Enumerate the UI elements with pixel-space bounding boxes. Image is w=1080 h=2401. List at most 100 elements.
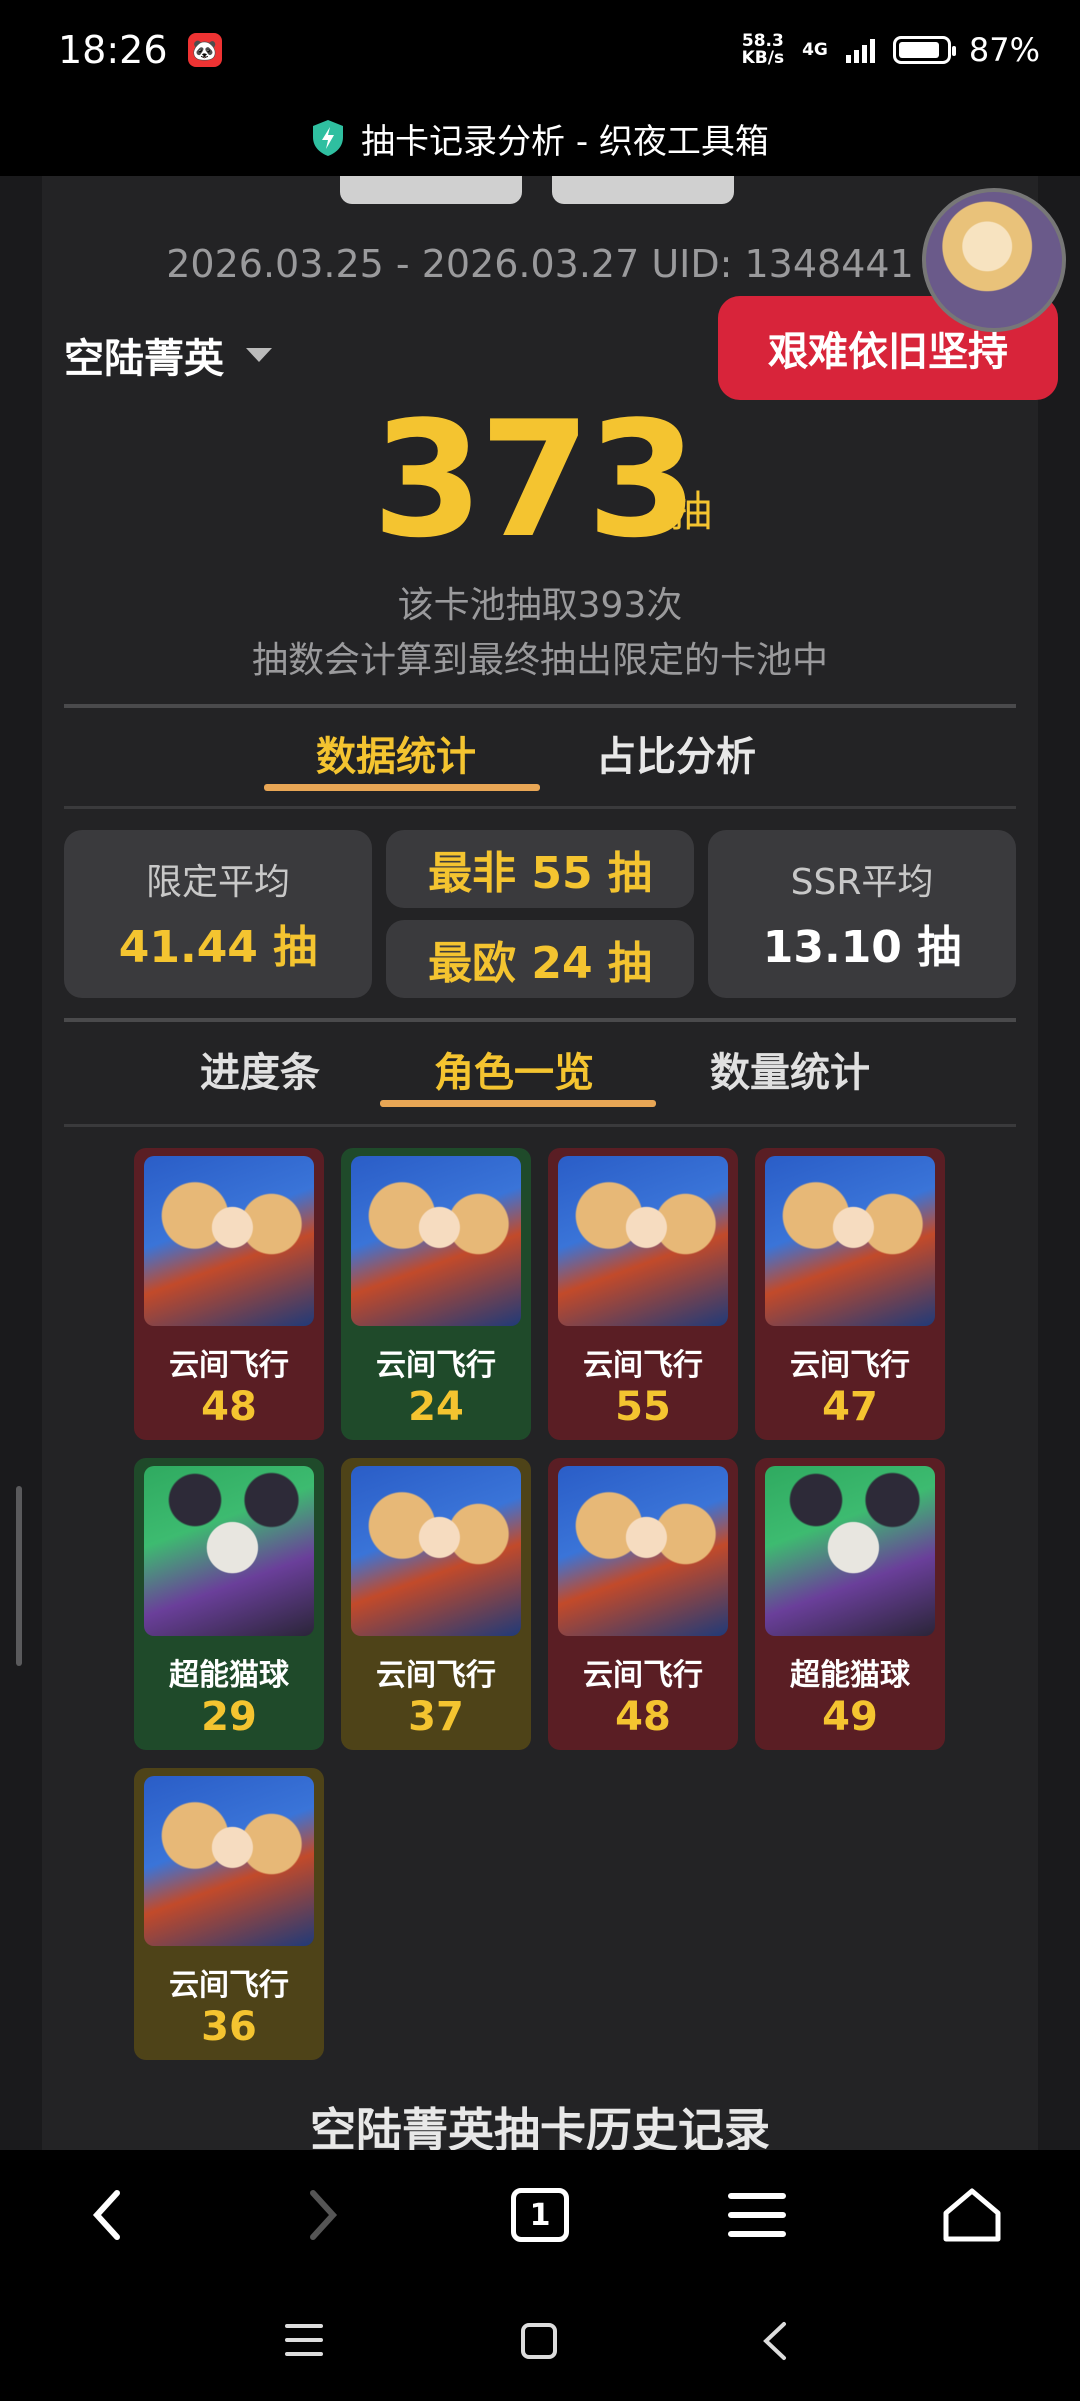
pool-selector[interactable]: 空陆菁英 xyxy=(64,326,272,384)
character-portrait xyxy=(765,1466,935,1636)
worst-luck: 最非 55 抽 xyxy=(386,830,694,908)
tab-character-overview[interactable]: 角色一览 xyxy=(434,1040,594,1098)
pull-count: 24 xyxy=(408,1384,464,1430)
character-card[interactable]: 超能猫球 29 xyxy=(134,1458,324,1750)
character-name: 云间飞行 xyxy=(169,1348,289,1383)
forward-button[interactable] xyxy=(288,2180,358,2250)
limited-average-box: 限定平均 41.44 抽 xyxy=(64,830,372,998)
pool-pull-note: 该卡池抽取393次 xyxy=(397,585,683,626)
network-type: 4G xyxy=(802,40,828,60)
character-name: 超能猫球 xyxy=(790,1658,910,1693)
analysis-panel: 2026.03.25 - 2026.03.27 UID: 1348441 空陆菁… xyxy=(42,176,1058,2150)
page-title: 抽卡记录分析 - 织夜工具箱 xyxy=(361,121,769,162)
divider xyxy=(64,806,1016,809)
best-luck: 最欧 24 抽 xyxy=(386,920,694,998)
hamburger-icon xyxy=(728,2193,786,2237)
network-speed: 58.3 KB/s xyxy=(742,33,784,67)
view-tabs: 进度条 角色一览 数量统计 xyxy=(42,1032,1038,1107)
character-portrait xyxy=(351,1466,521,1636)
recent-apps-icon[interactable] xyxy=(284,2322,324,2358)
chevron-left-icon xyxy=(92,2190,120,2240)
character-name: 超能猫球 xyxy=(169,1658,289,1693)
floating-avatar[interactable] xyxy=(922,188,1066,332)
limited-average-value: 41.44 抽 xyxy=(118,922,318,973)
tab-ratio-analysis[interactable]: 占比分析 xyxy=(596,724,756,782)
battery-icon xyxy=(892,36,956,64)
system-back-icon[interactable] xyxy=(760,2320,790,2362)
character-portrait xyxy=(351,1156,521,1326)
battery-level xyxy=(898,42,939,58)
active-tab-underline xyxy=(264,784,540,791)
ssr-average-value: 13.10 抽 xyxy=(762,922,962,973)
pull-count: 49 xyxy=(822,1694,878,1740)
divider xyxy=(64,704,1016,708)
network-speed-unit: KB/s xyxy=(741,48,785,68)
system-navigation-bar xyxy=(0,2280,1080,2401)
back-button[interactable] xyxy=(72,2180,142,2250)
divider xyxy=(64,1018,1016,1022)
divider xyxy=(64,1124,1016,1127)
top-button-2[interactable] xyxy=(552,176,734,204)
tabs-count: 1 xyxy=(511,2188,569,2242)
character-card[interactable]: 云间飞行 24 xyxy=(341,1148,531,1440)
character-portrait xyxy=(144,1156,314,1326)
tab-progress-bar[interactable]: 进度条 xyxy=(200,1040,320,1098)
tab-quantity-stats[interactable]: 数量统计 xyxy=(710,1040,870,1098)
browser-toolbar: 1 xyxy=(0,2150,1080,2280)
pull-count: 36 xyxy=(201,2004,257,2050)
limited-average-label: 限定平均 xyxy=(145,862,290,903)
pull-count: 48 xyxy=(201,1384,257,1430)
chevron-down-icon xyxy=(246,348,272,362)
character-name: 云间飞行 xyxy=(583,1348,703,1383)
date-range: 2026.03.25 - 2026.03.27 UID: 1348441 xyxy=(166,242,914,286)
battery-percent: 87% xyxy=(968,31,1040,69)
home-button[interactable] xyxy=(937,2180,1007,2250)
home-square-icon[interactable] xyxy=(520,2322,558,2360)
clock: 18:26 xyxy=(58,28,168,72)
character-portrait xyxy=(765,1156,935,1326)
character-card[interactable]: 云间飞行 48 xyxy=(548,1458,738,1750)
home-icon xyxy=(943,2188,1001,2242)
character-name: 云间飞行 xyxy=(169,1968,289,2003)
tabs-button[interactable]: 1 xyxy=(505,2180,575,2250)
history-title: 空陆菁英抽卡历史记录 xyxy=(310,2103,770,2150)
character-portrait xyxy=(144,1466,314,1636)
character-card[interactable]: 云间飞行 47 xyxy=(755,1148,945,1440)
status-indicators: 58.3 KB/s 4G 87% xyxy=(742,31,1040,69)
page-title-bar: 抽卡记录分析 - 织夜工具箱 xyxy=(0,100,1080,176)
pull-count: 29 xyxy=(201,1694,257,1740)
stats-tabs: 数据统计 占比分析 xyxy=(42,716,1038,791)
character-name: 云间飞行 xyxy=(790,1348,910,1383)
character-card[interactable]: 云间飞行 37 xyxy=(341,1458,531,1750)
ssr-average-box: SSR平均 13.10 抽 xyxy=(708,830,1016,998)
character-card[interactable]: 云间飞行 48 xyxy=(134,1148,324,1440)
pull-count: 55 xyxy=(615,1384,671,1430)
character-card[interactable]: 云间飞行 36 xyxy=(134,1768,324,2060)
signal-icon xyxy=(845,37,875,63)
menu-button[interactable] xyxy=(722,2180,792,2250)
notification-app-icon: 🐼 xyxy=(187,33,222,67)
character-card[interactable]: 云间飞行 55 xyxy=(548,1148,738,1440)
shield-icon xyxy=(313,120,344,156)
pool-count-note: 抽数会计算到最终抽出限定的卡池中 xyxy=(251,640,828,681)
character-name: 云间飞行 xyxy=(376,1658,496,1693)
chevron-right-icon xyxy=(310,2190,338,2240)
active-tab-underline xyxy=(380,1100,656,1107)
pull-count: 48 xyxy=(615,1694,671,1740)
character-portrait xyxy=(558,1466,728,1636)
total-pulls: 373 xyxy=(372,386,698,573)
character-portrait xyxy=(558,1156,728,1326)
tab-data-stats[interactable]: 数据统计 xyxy=(316,724,476,782)
pull-count: 37 xyxy=(408,1694,464,1740)
pool-name: 空陆菁英 xyxy=(64,336,224,382)
top-button-1[interactable] xyxy=(340,176,522,204)
ssr-average-label: SSR平均 xyxy=(790,862,934,903)
character-name: 云间飞行 xyxy=(376,1348,496,1383)
total-pulls-unit: 抽 xyxy=(670,487,713,536)
pull-count: 47 xyxy=(822,1384,878,1430)
character-card[interactable]: 超能猫球 49 xyxy=(755,1458,945,1750)
character-portrait xyxy=(144,1776,314,1946)
main-content[interactable]: 2026.03.25 - 2026.03.27 UID: 1348441 空陆菁… xyxy=(0,176,1080,2150)
status-bar: 18:26 🐼 58.3 KB/s 4G 87% xyxy=(0,0,1080,100)
scrollbar[interactable] xyxy=(16,1486,22,1666)
